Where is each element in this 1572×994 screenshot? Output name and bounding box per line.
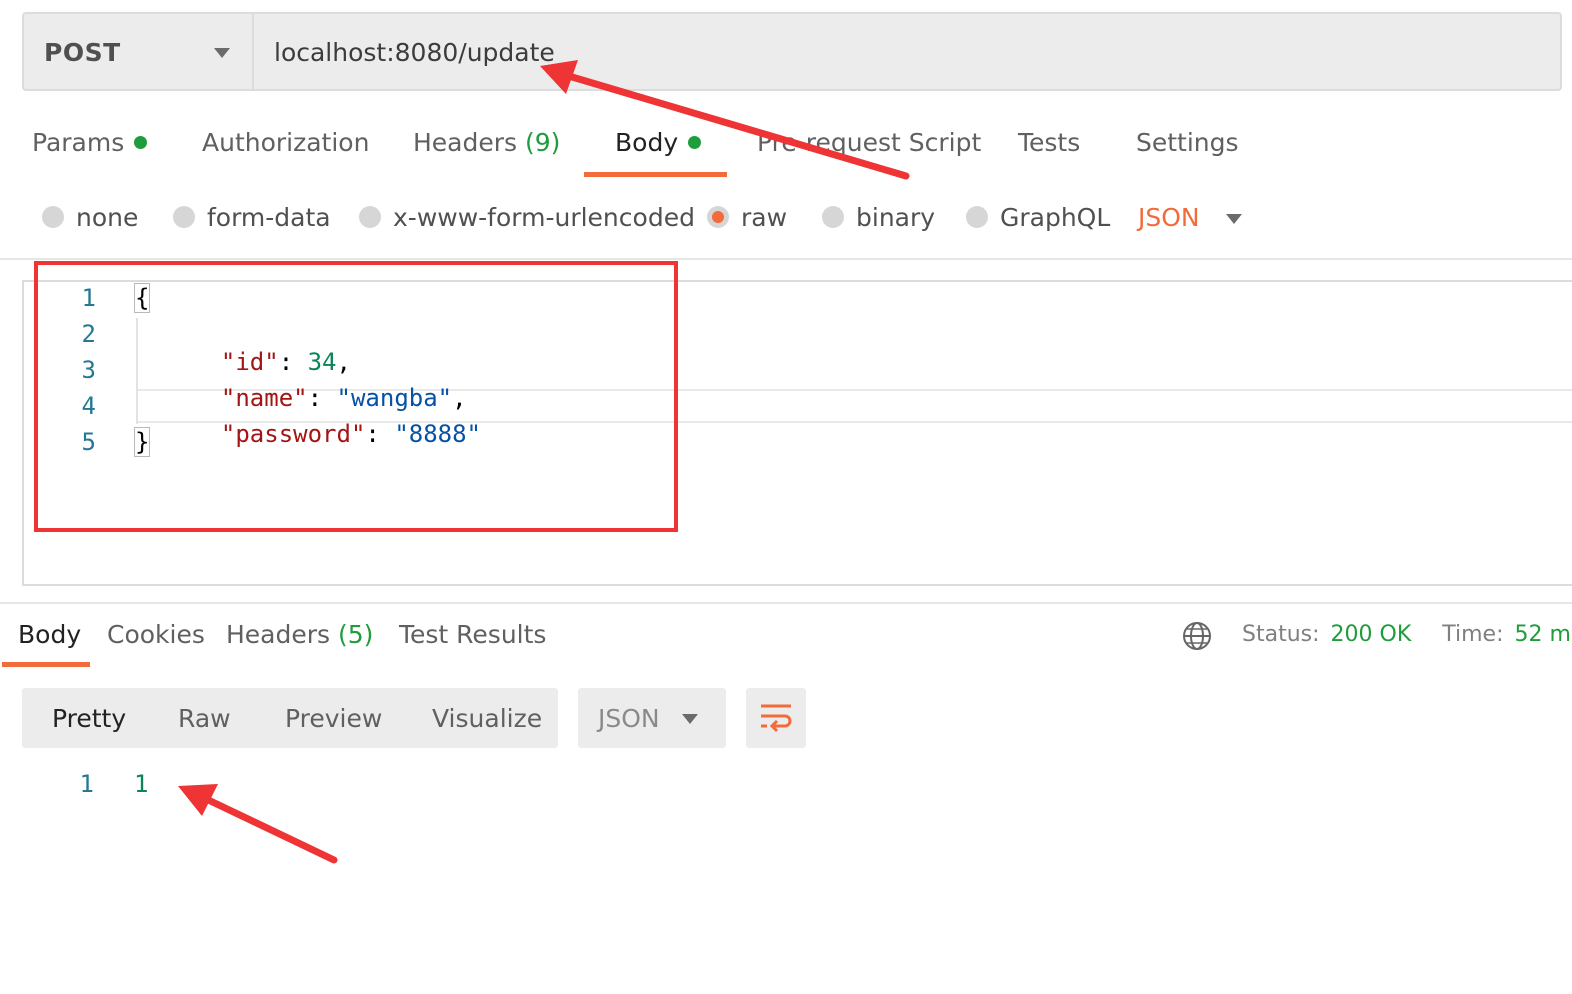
annotation-arrows (178, 60, 910, 864)
annotation-arrow-url (540, 60, 910, 180)
annotation-arrow-response (178, 784, 338, 864)
